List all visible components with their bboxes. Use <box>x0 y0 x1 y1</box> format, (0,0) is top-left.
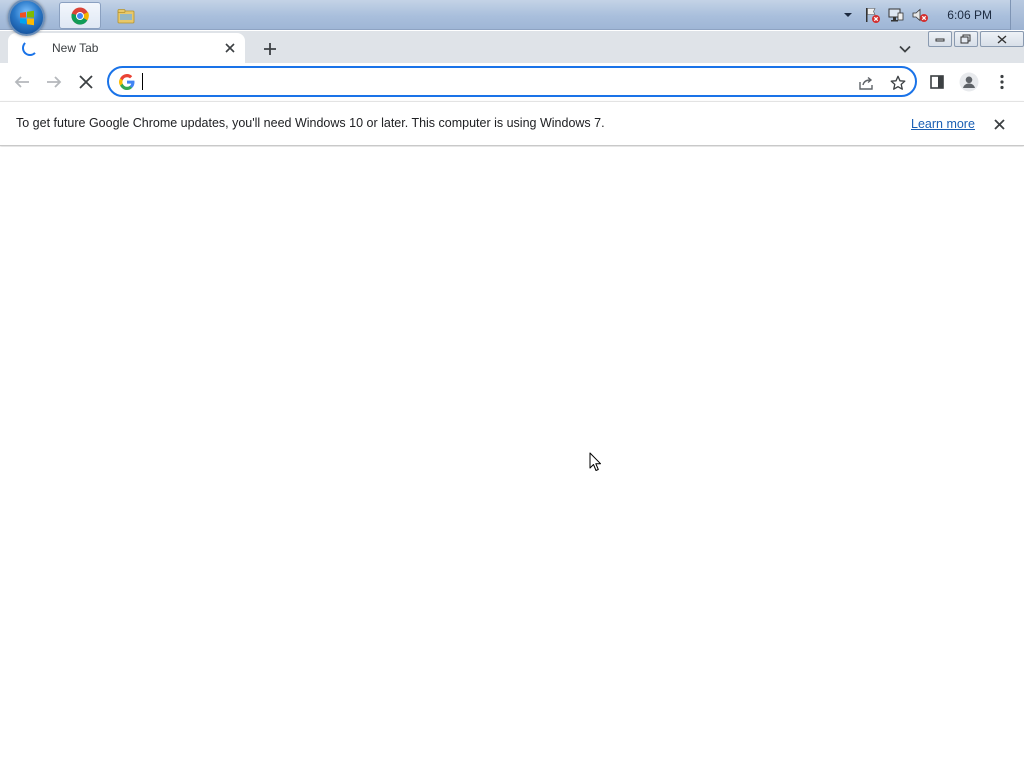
tab-title: New Tab <box>52 41 99 55</box>
tab-new-tab[interactable]: New Tab <box>8 33 245 63</box>
share-icon <box>859 76 873 90</box>
side-panel-icon <box>930 75 944 89</box>
start-button[interactable] <box>8 0 45 36</box>
volume-muted-icon <box>912 8 929 22</box>
taskbar-clock[interactable]: 6:06 PM <box>931 8 1010 22</box>
close-icon <box>993 118 1005 130</box>
windows-logo-icon <box>20 10 34 26</box>
minimize-button[interactable] <box>928 31 952 47</box>
arrow-right-icon <box>47 76 62 88</box>
infobar-close-button[interactable] <box>989 114 1009 134</box>
tab-search-button[interactable] <box>894 38 916 60</box>
chevron-down-icon <box>844 13 853 17</box>
show-hidden-icons-button[interactable] <box>837 4 859 26</box>
unsupported-os-infobar: To get future Google Chrome updates, you… <box>0 101 1024 146</box>
taskbar-chrome-button[interactable] <box>59 2 101 29</box>
system-tray: 6:06 PM <box>835 0 1024 30</box>
windows-taskbar: 6:06 PM <box>0 0 1024 36</box>
minimize-icon <box>935 38 945 42</box>
tab-close-button[interactable] <box>221 39 239 57</box>
star-icon <box>890 75 906 90</box>
window-close-button[interactable] <box>980 31 1024 47</box>
close-icon <box>997 34 1007 44</box>
browser-toolbar <box>0 63 1024 101</box>
close-icon <box>79 75 93 89</box>
arrow-left-icon <box>14 76 29 88</box>
mouse-pointer-icon <box>589 452 601 471</box>
bookmark-star-button[interactable] <box>887 72 909 94</box>
volume-icon[interactable] <box>909 4 931 26</box>
chevron-down-icon <box>899 45 911 53</box>
share-button[interactable] <box>855 72 877 94</box>
address-input[interactable] <box>141 70 841 93</box>
back-button[interactable] <box>8 68 36 96</box>
learn-more-link[interactable]: Learn more <box>911 117 975 131</box>
folder-icon <box>117 8 135 23</box>
google-g-icon <box>119 74 135 90</box>
chrome-menu-button[interactable] <box>988 68 1016 96</box>
restore-button[interactable] <box>954 31 978 47</box>
chrome-icon <box>71 7 89 25</box>
action-center-icon[interactable] <box>861 4 883 26</box>
avatar-icon <box>959 72 979 92</box>
network-icon[interactable] <box>885 4 907 26</box>
new-tab-button[interactable] <box>258 37 282 61</box>
show-desktop-button[interactable] <box>1010 0 1024 30</box>
address-bar[interactable] <box>107 66 917 97</box>
kebab-menu-icon <box>1000 74 1004 90</box>
restore-icon <box>960 34 971 44</box>
text-caret <box>142 73 143 90</box>
page-content <box>0 147 1024 768</box>
loading-spinner-icon <box>22 40 38 56</box>
forward-button[interactable] <box>40 68 68 96</box>
chrome-tab-strip: New Tab <box>0 31 1024 63</box>
profile-button[interactable] <box>955 68 983 96</box>
stop-loading-button[interactable] <box>72 68 100 96</box>
network-icon-glyph <box>888 8 904 22</box>
taskbar-explorer-button[interactable] <box>105 2 147 29</box>
infobar-message: To get future Google Chrome updates, you… <box>16 116 605 130</box>
plus-icon <box>264 43 276 55</box>
flag-error-icon <box>866 8 881 23</box>
side-panel-button[interactable] <box>923 68 951 96</box>
window-controls <box>928 31 1024 48</box>
close-icon <box>225 43 235 53</box>
